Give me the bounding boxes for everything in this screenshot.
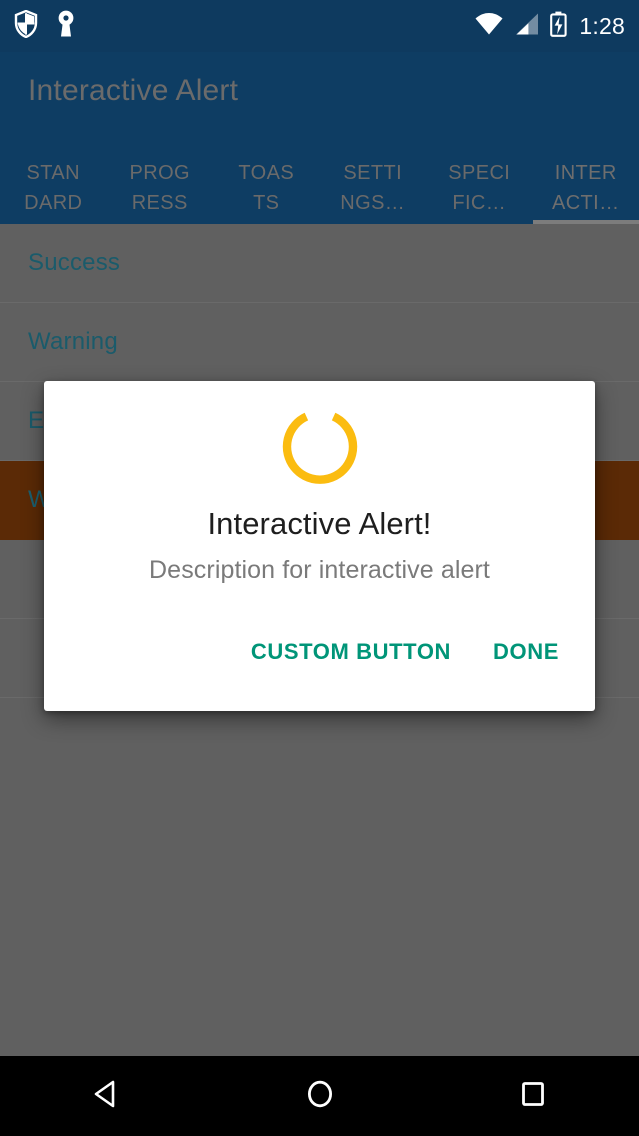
home-circle-icon (303, 1077, 337, 1116)
custom-button[interactable]: CUSTOM BUTTON (237, 629, 465, 675)
tab-settings[interactable]: SETTI NGS… (320, 148, 427, 224)
tab-label-line2: ACTI… (551, 192, 620, 214)
vpn-key-icon (56, 10, 76, 43)
dialog-action-bar: CUSTOM BUTTON DONE (44, 629, 595, 675)
status-bar-left-icons (14, 9, 76, 43)
battery-charging-icon (550, 11, 568, 42)
recents-button[interactable] (426, 1077, 639, 1116)
status-bar-clock: 1:28 (579, 12, 625, 39)
cell-signal-icon (514, 12, 540, 41)
tab-label-line2: DARD (24, 192, 83, 214)
tab-specific[interactable]: SPECI FIC… (426, 148, 533, 224)
tab-label-line2: TS (253, 192, 280, 214)
list-item-label: Success (28, 249, 121, 276)
tab-label-line2: FIC… (452, 192, 507, 214)
done-button[interactable]: DONE (479, 629, 573, 675)
tab-toasts[interactable]: TOAS TS (213, 148, 320, 224)
status-bar: 1:28 (0, 0, 639, 52)
back-triangle-icon (90, 1077, 124, 1116)
list-item[interactable]: Warning (0, 303, 639, 382)
tab-label-line1: STAN (26, 162, 80, 184)
tab-label-line2: RESS (131, 192, 188, 214)
dialog-title: Interactive Alert! (207, 506, 432, 541)
recents-square-icon (516, 1077, 550, 1116)
system-navigation-bar (0, 1056, 639, 1136)
back-button[interactable] (0, 1077, 213, 1116)
tab-label-line1: SPECI (448, 162, 511, 184)
wifi-icon (474, 12, 504, 41)
circular-progress-spinner-icon (281, 407, 359, 490)
tab-label-line2: NGS… (340, 192, 406, 214)
status-bar-right-icons: 1:28 (474, 11, 625, 42)
tab-label-line1: SETTI (343, 162, 403, 184)
list-item-label: E (28, 407, 45, 434)
tab-standard[interactable]: STAN DARD (0, 148, 107, 224)
tab-label-line1: TOAS (238, 162, 295, 184)
dialog-description: Description for interactive alert (149, 556, 490, 584)
list-item[interactable]: Success (0, 224, 639, 303)
android-screen: 1:28 Interactive Alert STAN DARD PROG RE… (0, 0, 639, 1136)
tab-interactive[interactable]: INTER ACTI… (532, 148, 639, 224)
tab-progress[interactable]: PROG RESS (107, 148, 214, 224)
tab-bar: STAN DARD PROG RESS TOAS TS SETTI NGS… S… (0, 148, 639, 224)
shield-icon (14, 9, 38, 43)
tab-label-line1: INTER (554, 162, 617, 184)
page-title: Interactive Alert (28, 74, 239, 107)
list-item-label: Warning (28, 328, 118, 355)
tab-label-line1: PROG (129, 162, 190, 184)
interactive-alert-dialog: Interactive Alert! Description for inter… (44, 381, 595, 711)
home-button[interactable] (213, 1077, 426, 1116)
app-bar: Interactive Alert STAN DARD PROG RESS TO… (0, 52, 639, 224)
dialog-icon-container (44, 381, 595, 490)
